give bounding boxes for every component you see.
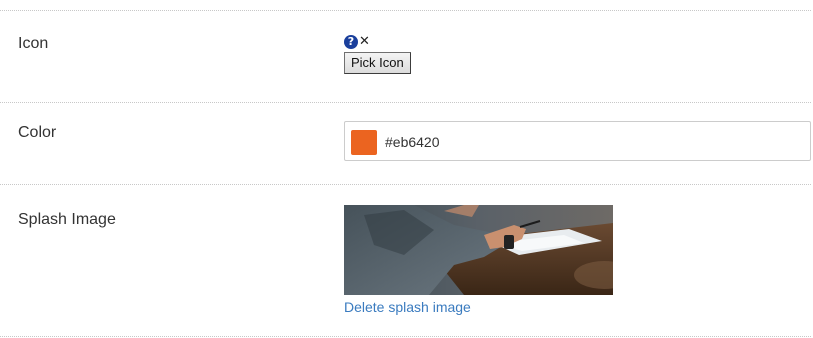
divider-bottom	[0, 336, 811, 337]
delete-splash-image-link[interactable]: Delete splash image	[344, 298, 471, 316]
pick-icon-button[interactable]: Pick Icon	[344, 52, 411, 74]
color-label: Color	[18, 124, 57, 141]
splash-image-label: Splash Image	[18, 211, 116, 228]
settings-form: Icon ? ✕ Pick Icon Color #eb6420 Splash …	[0, 0, 813, 338]
close-icon[interactable]: ✕	[359, 35, 370, 49]
question-circle-icon[interactable]: ?	[344, 35, 358, 49]
color-value: #eb6420	[385, 134, 440, 150]
color-row: Color #eb6420	[0, 102, 813, 184]
splash-image-thumbnail	[344, 205, 613, 295]
splash-image-row: Splash Image Delete splash image	[0, 184, 813, 336]
icon-preview: ? ✕	[344, 34, 370, 50]
color-input[interactable]: #eb6420	[344, 121, 811, 161]
icon-row: Icon ? ✕ Pick Icon	[0, 10, 813, 102]
icon-label: Icon	[18, 35, 49, 52]
color-swatch[interactable]	[351, 130, 377, 155]
